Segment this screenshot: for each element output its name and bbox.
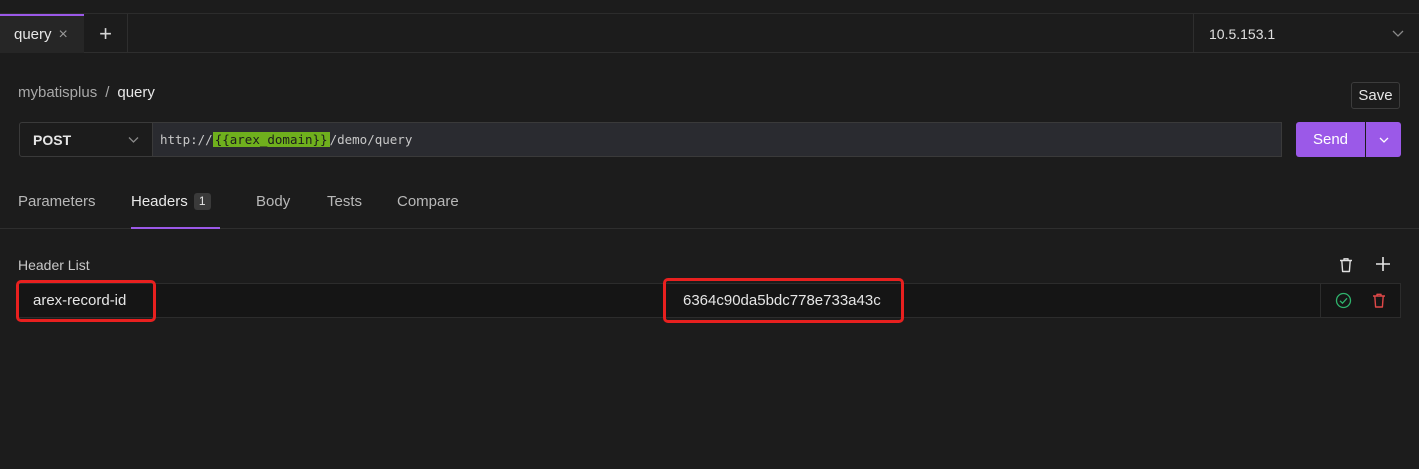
method-select[interactable]: POST (19, 122, 153, 157)
tab-headers[interactable]: Headers 1 (131, 193, 211, 210)
url-variable: {{arex_domain}} (212, 132, 330, 147)
close-icon[interactable]: × (59, 26, 68, 43)
header-list-title: Header List (18, 257, 90, 273)
breadcrumb-parent[interactable]: mybatisplus (18, 84, 97, 101)
header-row-actions (1320, 284, 1401, 317)
breadcrumb-current: query (117, 84, 155, 101)
environment-value: 10.5.153.1 (1209, 25, 1276, 42)
breadcrumb-separator: / (105, 84, 110, 101)
save-button[interactable]: Save (1351, 82, 1400, 109)
annotation-highlight-key (16, 280, 156, 322)
tab-headers-label: Headers (131, 193, 188, 210)
url-prefix: http:// (160, 132, 213, 147)
trash-icon[interactable] (1337, 256, 1355, 274)
method-value: POST (33, 131, 72, 148)
tab-query[interactable]: query × (0, 14, 84, 53)
tab-label: query (14, 26, 52, 43)
url-input[interactable]: http://{{arex_domain}}/demo/query (153, 122, 1282, 157)
check-circle-icon[interactable] (1335, 292, 1352, 309)
window-top-strip (0, 0, 1419, 14)
breadcrumb: mybatisplus / query (18, 84, 155, 101)
send-button[interactable]: Send (1296, 122, 1365, 157)
tab-parameters[interactable]: Parameters (18, 193, 96, 210)
chevron-down-icon (1392, 30, 1404, 37)
tab-body[interactable]: Body (256, 193, 290, 210)
environment-select[interactable]: 10.5.153.1 (1193, 14, 1419, 53)
plus-icon[interactable] (1374, 255, 1392, 273)
request-tab-bar: query × + 10.5.153.1 (0, 14, 1419, 53)
chevron-down-icon (1379, 137, 1388, 143)
tab-compare[interactable]: Compare (397, 193, 459, 210)
tab-tests[interactable]: Tests (327, 193, 362, 210)
headers-count-badge: 1 (193, 193, 211, 210)
chevron-down-icon (128, 137, 139, 143)
annotation-highlight-value (663, 278, 904, 323)
active-tab-indicator (131, 227, 220, 229)
url-suffix: /demo/query (329, 132, 413, 147)
send-options-button[interactable] (1366, 122, 1401, 157)
new-tab-button[interactable]: + (84, 14, 128, 53)
delete-icon[interactable] (1371, 292, 1387, 309)
request-section-tabs: Parameters Headers 1 Body Tests Compare (0, 183, 1419, 229)
